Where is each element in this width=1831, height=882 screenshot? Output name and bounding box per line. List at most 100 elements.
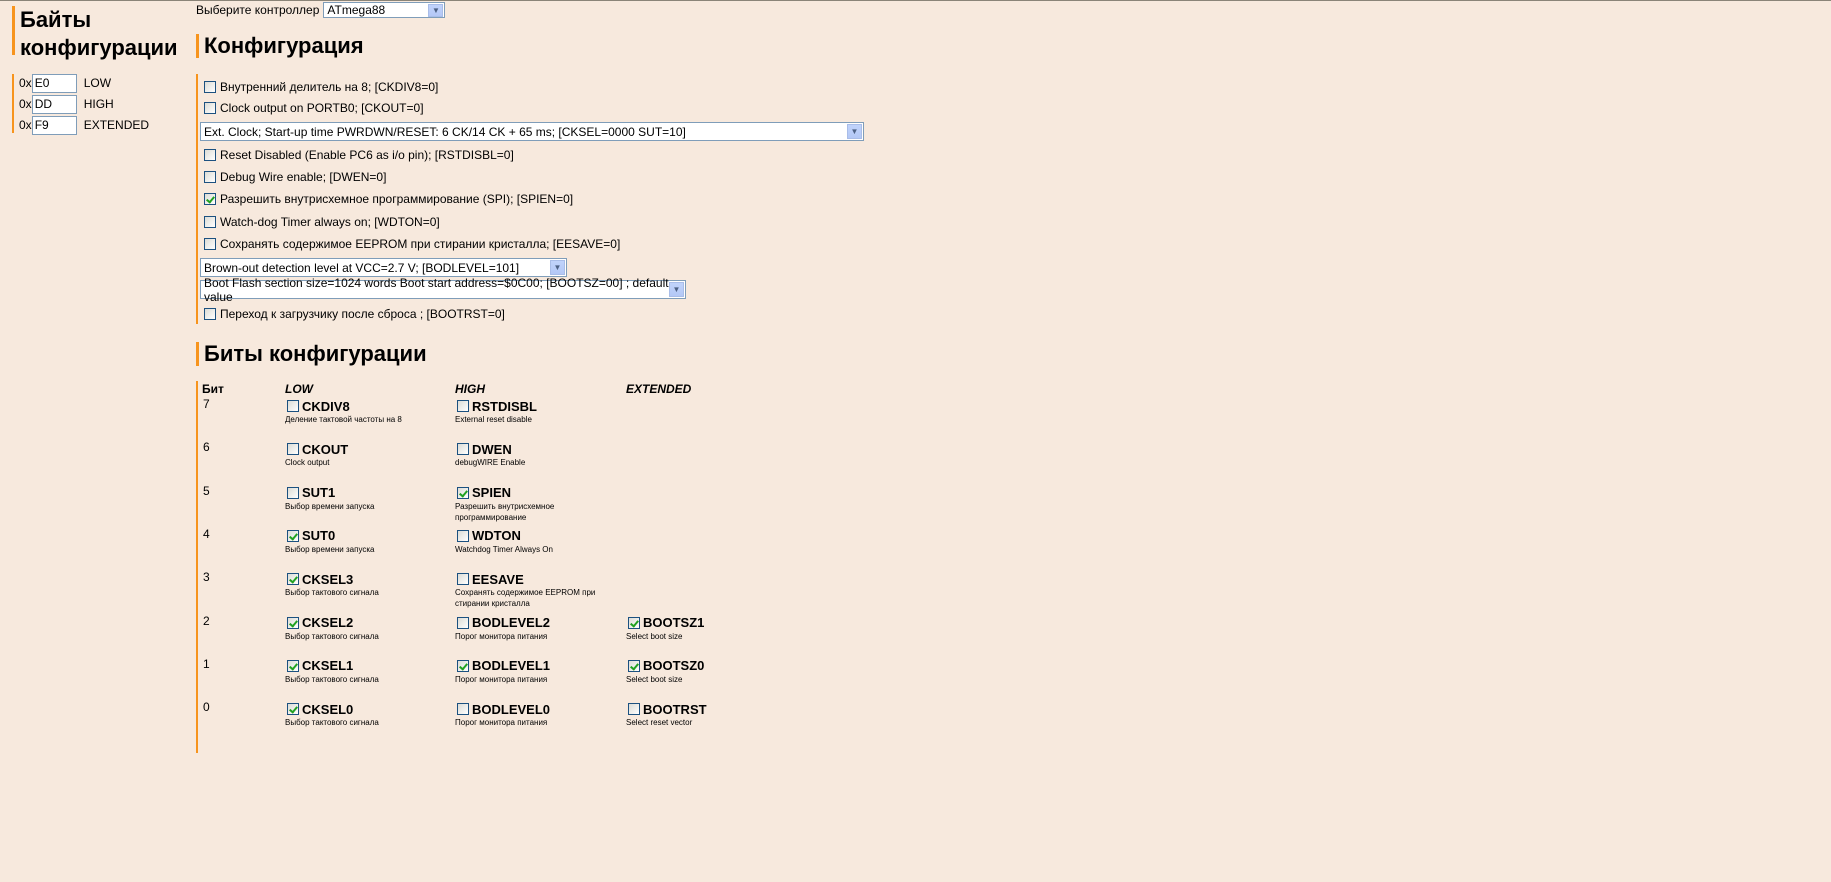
checkbox[interactable] [628, 616, 640, 629]
checkbox[interactable] [457, 573, 469, 586]
checkbox[interactable] [287, 443, 299, 456]
checkbox[interactable] [287, 616, 299, 629]
checkbox[interactable] [287, 486, 299, 499]
fuse-bit-dwen: DWEN debugWIRE Enable [455, 441, 605, 468]
fuse-bit-toggle[interactable]: WDTON [457, 528, 605, 544]
fuse-bit-name: CKSEL2 [302, 615, 354, 630]
fuse-bit-toggle[interactable]: CKDIV8 [287, 398, 435, 414]
checkbox[interactable] [204, 308, 216, 320]
config-option[interactable]: Reset Disabled (Enable PC6 as i/o pin); … [204, 147, 514, 163]
bit-number: 3 [203, 570, 210, 585]
fuse-bit-sut0: SUT0 Выбор времени запуска [285, 528, 435, 555]
checkbox[interactable] [204, 102, 216, 114]
checkbox[interactable] [457, 703, 469, 716]
byte-label: LOW [83, 76, 112, 90]
fuse-bit-cksel1: CKSEL1 Выбор тактового сигнала [285, 658, 435, 685]
checkbox[interactable] [287, 400, 299, 412]
checkbox[interactable] [287, 659, 299, 672]
checkbox[interactable] [287, 703, 299, 716]
config-option[interactable]: Сохранять содержимое EEPROM при стирании… [204, 236, 620, 252]
fuse-bit-name: SPIEN [472, 485, 512, 501]
checkbox[interactable] [204, 216, 216, 228]
option-label: Reset Disabled (Enable PC6 as i/o pin); … [220, 148, 514, 162]
fuse-bit-toggle[interactable]: SUT0 [287, 528, 435, 544]
fuse-bit-toggle[interactable]: CKOUT [287, 441, 435, 457]
config-option[interactable]: Debug Wire enable; [DWEN=0] [204, 169, 386, 185]
fuse-bit-description: Select reset vector [626, 718, 693, 728]
checkbox[interactable] [457, 659, 469, 672]
hex-prefix: 0x [19, 76, 32, 90]
fuse-bit-bodlevel2: BODLEVEL2 Порог монитора питания [455, 615, 605, 642]
config-option[interactable]: Watch-dog Timer always on; [WDTON=0] [204, 214, 440, 230]
config-option[interactable]: Разрешить внутрисхемное программирование… [204, 191, 573, 207]
fuse-bit-description: Порог монитора питания [455, 674, 548, 684]
controller-select[interactable]: ATmega88 ▼ [323, 2, 446, 18]
checkbox[interactable] [204, 238, 216, 250]
fuse-bit-name: CKOUT [302, 441, 349, 457]
fuse-bit-name: RSTDISBL [472, 398, 537, 414]
header-high: HIGH [455, 382, 485, 396]
fuse-bit-cksel0: CKSEL0 Выбор тактового сигнала [285, 701, 435, 728]
fuse-bit-cksel2: CKSEL2 Выбор тактового сигнала [285, 615, 435, 642]
config-select[interactable]: Boot Flash section size=1024 words Boot … [200, 276, 686, 304]
fuse-bit-name: BODLEVEL1 [472, 658, 551, 674]
fuse-bit-toggle[interactable]: BOOTRST [628, 701, 776, 717]
config-select[interactable]: Brown-out detection level at VCC=2.7 V; … [200, 258, 567, 277]
fuse-bit-toggle[interactable]: BODLEVEL0 [457, 701, 605, 717]
header-low: LOW [285, 382, 313, 396]
controller-label: Выберите контроллер [196, 3, 320, 17]
fuse-bit-toggle[interactable]: EESAVE [457, 571, 605, 587]
select-value: Brown-out detection level at VCC=2.7 V; … [204, 260, 520, 275]
byte-label: EXTENDED [83, 118, 150, 132]
checkbox[interactable] [457, 616, 469, 629]
fuse-bit-rstdisbl: RSTDISBL External reset disable [455, 398, 605, 425]
fuse-bit-toggle[interactable]: DWEN [457, 441, 605, 457]
checkbox[interactable] [287, 529, 299, 542]
header-extended: EXTENDED [626, 382, 692, 396]
config-option[interactable]: Переход к загрузчику после сброса ; [BOO… [204, 306, 505, 322]
checkbox[interactable] [628, 703, 640, 716]
fuse-bit-toggle[interactable]: BOOTSZ0 [628, 658, 776, 674]
fuse-bit-spien: SPIEN Разрешить внутрисхемное программиро… [455, 485, 605, 523]
fuse-bit-name: BODLEVEL2 [472, 615, 551, 630]
checkbox[interactable] [204, 193, 216, 205]
checkbox[interactable] [457, 486, 469, 499]
hex-prefix: 0x [19, 97, 32, 111]
fuse-bit-toggle[interactable]: CKSEL1 [287, 658, 435, 674]
fuse-bit-toggle[interactable]: CKSEL0 [287, 701, 435, 717]
bit-number: 0 [203, 700, 210, 715]
fuse-bit-toggle[interactable]: CKSEL2 [287, 615, 435, 631]
fuse-bit-description: Выбор времени запуска [285, 544, 375, 554]
checkbox[interactable] [204, 81, 216, 93]
option-label: Переход к загрузчику после сброса ; [BOO… [220, 307, 505, 321]
fuse-bit-ckdiv8: CKDIV8 Деление тактовой частоты на 8 [285, 398, 435, 425]
fuse-bit-toggle[interactable]: BOOTSZ1 [628, 615, 776, 631]
fuse-bit-toggle[interactable]: SUT1 [287, 485, 435, 501]
checkbox[interactable] [457, 529, 469, 542]
byte-input-high[interactable] [31, 94, 77, 114]
checkbox[interactable] [628, 659, 640, 672]
checkbox[interactable] [457, 400, 469, 412]
fuse-bit-toggle[interactable]: BODLEVEL1 [457, 658, 605, 674]
fuse-bit-description: Select boot size [626, 674, 683, 684]
fuse-bit-toggle[interactable]: RSTDISBL [457, 398, 605, 414]
checkbox[interactable] [287, 573, 299, 586]
select-value: Boot Flash section size=1024 words Boot … [204, 275, 669, 304]
fuse-bit-description: Select boot size [626, 631, 683, 641]
checkbox[interactable] [204, 149, 216, 161]
config-option[interactable]: Clock output on PORTB0; [CKOUT=0] [204, 100, 424, 116]
byte-input-extended[interactable] [31, 115, 77, 135]
fuse-bit-toggle[interactable]: SPIEN [457, 485, 605, 501]
fuse-bit-bootsz0: BOOTSZ0 Select boot size [626, 658, 776, 685]
checkbox[interactable] [457, 443, 469, 456]
fuse-bit-description: Выбор тактового сигнала [285, 631, 379, 641]
bit-number: 5 [203, 483, 210, 498]
config-option[interactable]: Внутренний делитель на 8; [CKDIV8=0] [204, 79, 438, 95]
byte-input-low[interactable] [31, 73, 77, 93]
fuse-bit-name: CKSEL3 [302, 571, 354, 587]
config-title: Конфигурация [204, 33, 364, 58]
fuse-bit-toggle[interactable]: CKSEL3 [287, 571, 435, 587]
checkbox[interactable] [204, 171, 216, 183]
fuse-bit-toggle[interactable]: BODLEVEL2 [457, 615, 605, 631]
config-select[interactable]: Ext. Clock; Start-up time PWRDWN/RESET: … [200, 122, 864, 141]
